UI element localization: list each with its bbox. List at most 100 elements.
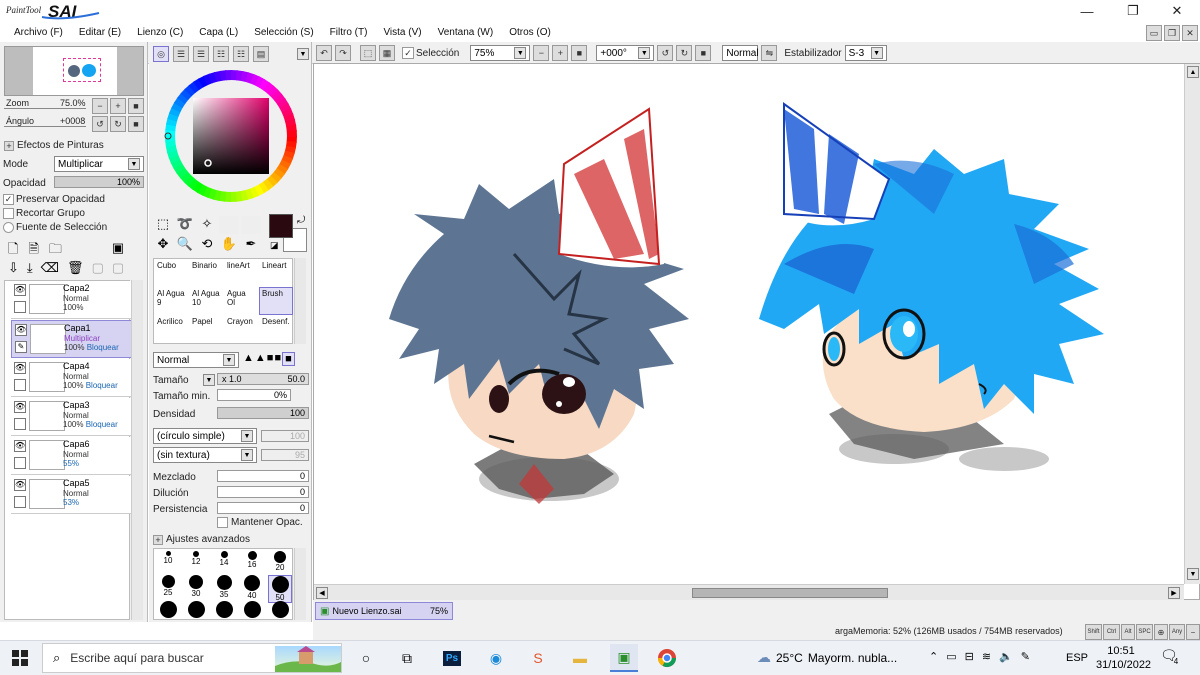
menu-vista[interactable]: Vista (V) bbox=[375, 27, 429, 38]
brush-brush[interactable]: Brush bbox=[259, 287, 293, 315]
brush-binario[interactable]: Binario bbox=[189, 259, 223, 287]
persistence-slider[interactable]: 0 bbox=[217, 502, 309, 514]
language-indicator[interactable]: ESP bbox=[1066, 652, 1088, 664]
scroll-down-icon[interactable]: ▼ bbox=[1187, 568, 1199, 580]
file-explorer-icon[interactable]: ▬ bbox=[566, 644, 594, 672]
new-layer-icon[interactable]: 🗋 bbox=[8, 240, 18, 262]
view-mode-select[interactable]: Normal bbox=[722, 45, 759, 61]
edge-hardness-3-icon[interactable]: ■ bbox=[267, 352, 274, 366]
chevron-up-icon[interactable]: ⌃ bbox=[929, 650, 938, 663]
delete-layer-icon[interactable]: 🗑 bbox=[67, 260, 84, 276]
expand-icon[interactable]: + bbox=[153, 534, 163, 545]
size-preset-40[interactable]: 40 bbox=[240, 575, 264, 603]
lasso-icon[interactable]: ➰ bbox=[175, 216, 195, 234]
swap-colors-icon[interactable]: ⤾ bbox=[297, 215, 305, 226]
nav-zoom-reset-button[interactable]: ■ bbox=[128, 98, 144, 114]
eye-icon[interactable]: 👁 bbox=[14, 362, 26, 374]
nav-rotate-right-button[interactable]: ↻ bbox=[110, 116, 126, 132]
navigator-viewport[interactable] bbox=[63, 58, 101, 82]
brush-texture-select[interactable]: (sin textura) ▼ bbox=[153, 447, 257, 463]
merge-down-icon[interactable]: ⤓ bbox=[27, 260, 33, 276]
size-preset-16[interactable]: 16 bbox=[240, 551, 264, 572]
size-preset-row3[interactable] bbox=[240, 601, 264, 618]
edge-hardness-2-icon[interactable]: ▲ bbox=[255, 352, 266, 366]
layer-mode-select[interactable]: Multiplicar ▼ bbox=[54, 156, 144, 172]
opacity-slider[interactable]: 100% bbox=[54, 176, 144, 188]
sai-taskbar-icon[interactable]: ▣ bbox=[610, 644, 638, 672]
size-preset-row3[interactable] bbox=[156, 601, 180, 618]
size-preset-35[interactable]: 35 bbox=[212, 575, 236, 603]
canvas-horizontal-scrollbar[interactable]: ◀ ▶ bbox=[314, 584, 1184, 600]
size-preset-row3[interactable] bbox=[268, 601, 292, 618]
angle-select[interactable]: +000° ▼ bbox=[596, 45, 655, 61]
color-wheel-tab-icon[interactable]: ◎ bbox=[153, 46, 169, 62]
eye-icon[interactable]: 👁 bbox=[15, 324, 27, 336]
lock-layer-icon[interactable]: ▢ bbox=[112, 260, 124, 276]
doc-restore-button[interactable]: ❐ bbox=[1164, 25, 1180, 41]
brush-al-agua-10[interactable]: Al Agua 10 bbox=[189, 287, 223, 315]
brush-agua-ol[interactable]: Agua Ol bbox=[224, 287, 258, 315]
doc-close-button[interactable]: ✕ bbox=[1182, 25, 1198, 41]
notification-icon[interactable]: 🗨4 bbox=[1160, 647, 1182, 666]
layer-row-capa1[interactable]: 👁 ✎ Capa1 Multiplicar 100% Bloquear bbox=[11, 320, 133, 358]
nav-zoom-in-button[interactable]: + bbox=[110, 98, 126, 114]
size-preset-25[interactable]: 25 bbox=[156, 575, 180, 603]
scroll-up-icon[interactable]: ▲ bbox=[1187, 66, 1199, 78]
hand-icon[interactable]: ✋ bbox=[219, 236, 239, 254]
menu-otros[interactable]: Otros (O) bbox=[501, 27, 559, 38]
brush-shape-select[interactable]: (círculo simple) ▼ bbox=[153, 428, 257, 444]
layer-select-checkbox[interactable] bbox=[14, 457, 26, 469]
close-button[interactable]: ✕ bbox=[1154, 0, 1200, 22]
taskbar-search-box[interactable]: ⌕ Escribe aquí para buscar bbox=[42, 643, 342, 673]
brush-crayon[interactable]: Crayon bbox=[224, 315, 258, 343]
menu-seleccion[interactable]: Selección (S) bbox=[246, 27, 321, 38]
layer-select-checkbox[interactable] bbox=[14, 496, 26, 508]
app-s-icon[interactable]: S bbox=[524, 644, 552, 672]
min-size-slider[interactable]: 0% bbox=[217, 389, 291, 401]
brush-grid-scrollbar[interactable] bbox=[294, 258, 306, 344]
menu-ventana[interactable]: Ventana (W) bbox=[430, 27, 502, 38]
menu-editar[interactable]: Editar (E) bbox=[71, 27, 129, 38]
flip-horizontal-button[interactable]: ⇋ bbox=[761, 45, 778, 61]
layer-scrollbar[interactable] bbox=[131, 280, 143, 620]
horizontal-scroll-thumb[interactable] bbox=[692, 588, 888, 598]
wifi-icon[interactable]: ≋ bbox=[982, 650, 991, 663]
canvas-area[interactable]: ▲ ▼ ◀ ▶ bbox=[313, 63, 1200, 600]
redo-button[interactable]: ↷ bbox=[335, 45, 351, 61]
clear-layer-icon[interactable]: ⌫ bbox=[41, 260, 59, 276]
dilution-slider[interactable]: 0 bbox=[217, 486, 309, 498]
edge-hardness-1-icon[interactable]: ▲ bbox=[243, 352, 254, 366]
selection-source-checkbox[interactable] bbox=[3, 222, 14, 233]
clip-group-checkbox[interactable] bbox=[3, 208, 14, 219]
hsv-slider-tab-icon[interactable]: ☰ bbox=[193, 46, 209, 62]
drive-icon[interactable]: ⊟ bbox=[965, 650, 974, 663]
brush-papel[interactable]: Papel bbox=[189, 315, 223, 343]
mixer-tab-icon[interactable]: ☷ bbox=[233, 46, 249, 62]
task-view-icon[interactable]: ⧉ bbox=[393, 644, 421, 672]
rotate-tool-icon[interactable]: ⟲ bbox=[197, 236, 217, 254]
color-wheel[interactable] bbox=[161, 66, 301, 206]
canvas-vertical-scrollbar[interactable]: ▲ ▼ bbox=[1184, 64, 1200, 584]
brush-desenf[interactable]: Desenf. bbox=[259, 315, 293, 343]
layer-select-checkbox[interactable] bbox=[14, 379, 26, 391]
swatches-tab-icon[interactable]: ☷ bbox=[213, 46, 229, 62]
zoom-tool-icon[interactable]: 🔍 bbox=[175, 236, 195, 254]
preserve-opacity-checkbox[interactable]: ✓ bbox=[3, 194, 14, 205]
zoom-out-button[interactable]: − bbox=[533, 45, 550, 61]
primary-color-swatch[interactable] bbox=[269, 214, 293, 238]
rotate-left-button[interactable]: ↺ bbox=[657, 45, 674, 61]
deselect-button[interactable]: ⬚ bbox=[360, 45, 376, 61]
rotate-right-button[interactable]: ↻ bbox=[676, 45, 693, 61]
size-preset-20[interactable]: 20 bbox=[268, 551, 292, 572]
size-preset-50[interactable]: 50 bbox=[268, 575, 292, 603]
blend-slider[interactable]: 0 bbox=[217, 470, 309, 482]
brush-shape-strength[interactable]: 100 bbox=[261, 430, 309, 442]
rect-select-icon[interactable]: ⬚ bbox=[153, 216, 173, 234]
battery-icon[interactable]: ▭ bbox=[946, 650, 956, 663]
nav-rotate-left-button[interactable]: ↺ bbox=[92, 116, 108, 132]
edge-hardness-4-icon[interactable]: ■ bbox=[274, 352, 281, 366]
stabilizer-select[interactable]: S-3 ▼ bbox=[844, 45, 887, 61]
layer-row-capa3[interactable]: 👁 Capa3 Normal 100% Bloquear bbox=[11, 398, 133, 436]
scroll-right-icon[interactable]: ▶ bbox=[1168, 587, 1180, 599]
cortana-icon[interactable]: ○ bbox=[352, 644, 380, 672]
